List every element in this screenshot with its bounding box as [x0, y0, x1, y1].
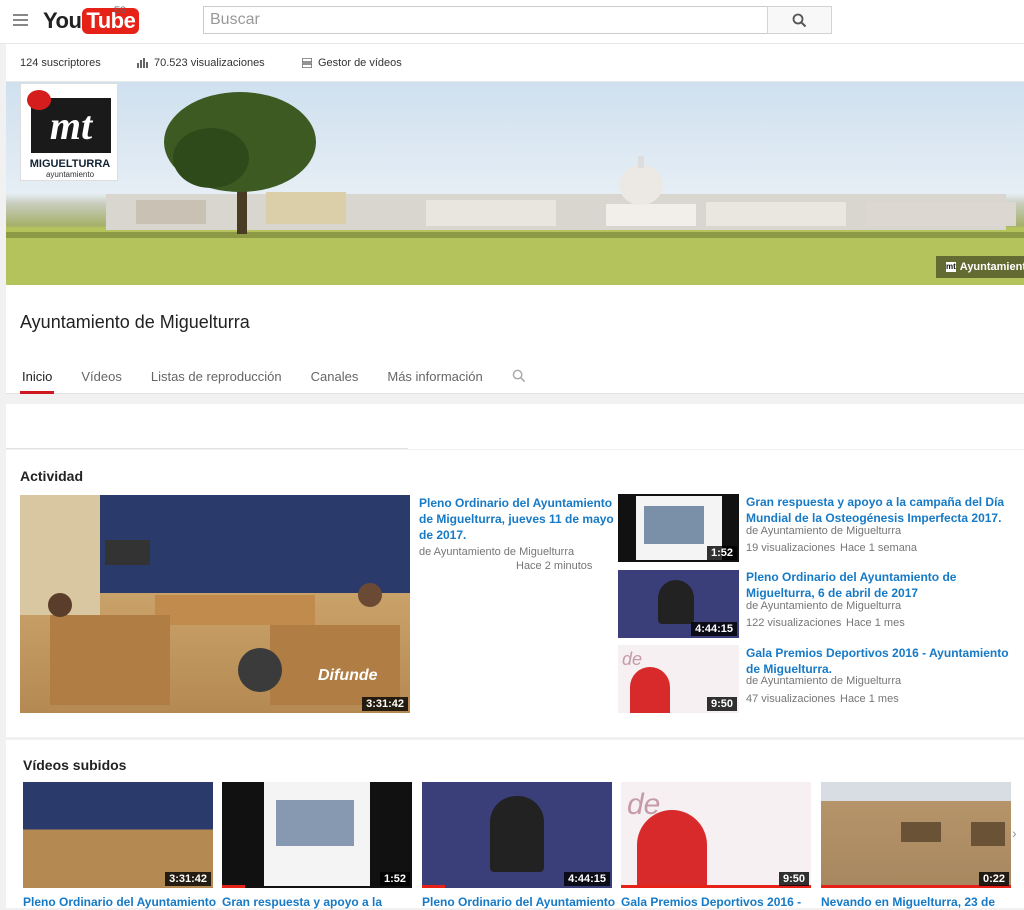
tab-about[interactable]: Más información — [385, 365, 484, 394]
channel-stats-bar: 124 suscriptores 70.523 visualizaciones … — [6, 44, 1024, 82]
video-manager-icon — [302, 58, 312, 68]
side-video-title[interactable]: Gran respuesta y apoyo a la campaña del … — [746, 494, 1018, 526]
avatar-name: MIGUELTURRA — [29, 158, 111, 170]
avatar-subtitle: ayuntamiento — [45, 170, 95, 179]
tab-playlists[interactable]: Listas de reproducción — [149, 365, 284, 394]
search-icon — [512, 369, 525, 383]
tab-search[interactable] — [510, 365, 528, 394]
guide-menu-icon[interactable] — [13, 14, 28, 26]
featured-video-title[interactable]: Pleno Ordinario del Ayuntamiento de Migu… — [419, 495, 614, 543]
side-video-thumbnail[interactable]: de 9:50 — [618, 645, 739, 713]
side-video-uploader[interactable]: de Ayuntamiento de Miguelturra — [746, 525, 901, 537]
side-video-time: Hace 1 mes — [840, 693, 899, 705]
tab-inicio[interactable]: Inicio — [20, 365, 55, 394]
tab-videos[interactable]: Vídeos — [79, 365, 123, 394]
cyclist-figure — [630, 667, 670, 713]
deportivos-text-art: de — [627, 788, 661, 821]
banner-landscape — [6, 92, 1024, 285]
divider — [6, 448, 408, 449]
view-count-text: 70.523 visualizaciones — [154, 57, 265, 69]
deportivos-text-art: de — [622, 649, 643, 669]
activity-section: Actividad Difunde 3:31:42 Pleno Ordinari… — [6, 450, 1024, 737]
view-count[interactable]: 70.523 visualizaciones — [137, 57, 265, 69]
photo-frame — [264, 782, 370, 886]
side-video-uploader[interactable]: de Ayuntamiento de Miguelturra — [746, 675, 901, 687]
video-duration: 1:52 — [379, 872, 410, 886]
avatar-logo-bow — [27, 90, 51, 110]
side-video-thumbnail[interactable]: 4:44:15 — [618, 570, 739, 638]
channel-title[interactable]: Ayuntamiento de Miguelturra — [20, 312, 250, 333]
side-video-title[interactable]: Pleno Ordinario del Ayuntamiento de Migu… — [746, 569, 1018, 601]
video-manager-link[interactable]: Gestor de vídeos — [302, 57, 402, 69]
empty-section — [6, 404, 1024, 449]
video-duration: 0:22 — [978, 872, 1009, 886]
chevron-right-icon[interactable]: › — [1012, 825, 1017, 841]
upload-thumbnail[interactable]: 3:31:42 — [23, 782, 213, 888]
search-box — [203, 6, 768, 34]
avatar-initials: mt — [49, 103, 93, 148]
side-video-views: 47 visualizaciones — [746, 693, 836, 705]
window-shape — [971, 822, 1005, 846]
window-shape — [901, 822, 941, 842]
logo-tube-text: Tube — [82, 8, 140, 34]
country-code: ES — [114, 5, 127, 15]
side-video-thumbnail[interactable]: 1:52 — [618, 494, 739, 562]
avatar-logo-mark: mt — [27, 90, 111, 153]
search-button[interactable] — [767, 6, 832, 34]
bar-chart-icon — [137, 58, 148, 68]
tab-channels[interactable]: Canales — [309, 365, 361, 394]
banner-link-logo-icon: mt — [946, 262, 956, 272]
search-input[interactable] — [204, 7, 767, 33]
subscriber-count: 124 suscriptores — [20, 57, 101, 69]
featured-video-uploader[interactable]: de Ayuntamiento de Miguelturra — [419, 546, 574, 558]
side-video-time: Hace 1 semana — [840, 542, 918, 554]
featured-video-thumbnail[interactable]: Difunde 3:31:42 — [20, 495, 410, 713]
channel-avatar[interactable]: mt MIGUELTURRA ayuntamiento — [20, 83, 118, 181]
upload-thumbnail[interactable]: de 9:50 — [621, 782, 811, 888]
side-video-views: 122 visualizaciones — [746, 617, 842, 629]
activity-heading: Actividad — [20, 468, 84, 484]
video-duration: 9:50 — [778, 872, 809, 886]
frame-photo — [644, 506, 704, 544]
upload-thumbnail[interactable]: 0:22 — [821, 782, 1011, 888]
channel-banner — [6, 82, 1024, 285]
channel-header: Ayuntamiento de Miguelturra Inicio Vídeo… — [6, 285, 1024, 394]
speaker-figure — [658, 580, 694, 624]
side-video-title[interactable]: Gala Premios Deportivos 2016 - Ayuntamie… — [746, 645, 1018, 677]
watch-progress-bar — [422, 885, 445, 888]
banner-channel-link[interactable]: mt Ayuntamiento — [936, 256, 1024, 278]
masthead: You Tube ES — [0, 0, 1024, 44]
banner-link-label: Ayuntamiento — [959, 261, 1024, 273]
uploads-section: Vídeos subidos 3:31:42 Pleno Ordinario d… — [6, 740, 1024, 909]
search-icon — [792, 13, 807, 27]
video-manager-label: Gestor de vídeos — [318, 57, 402, 69]
speaker-figure — [490, 796, 544, 872]
video-duration: 1:52 — [706, 546, 737, 560]
video-duration: 4:44:15 — [564, 872, 610, 886]
video-duration: 9:50 — [706, 697, 737, 711]
frame-photo — [276, 800, 354, 846]
youtube-logo[interactable]: You Tube ES — [43, 5, 140, 36]
side-video-time: Hace 1 mes — [846, 617, 905, 629]
subscriber-count-text: 124 suscriptores — [20, 57, 101, 69]
upload-thumbnail[interactable]: 1:52 — [222, 782, 412, 888]
uploads-heading[interactable]: Vídeos subidos — [23, 757, 126, 773]
video-duration: 4:44:15 — [691, 622, 737, 636]
upload-thumbnail[interactable]: 4:44:15 — [422, 782, 612, 888]
featured-video-time: Hace 2 minutos — [516, 560, 593, 572]
side-video-uploader[interactable]: de Ayuntamiento de Miguelturra — [746, 600, 901, 612]
side-video-views: 19 visualizaciones — [746, 542, 836, 554]
video-duration: 3:31:42 — [165, 872, 211, 886]
watch-progress-bar — [222, 885, 245, 888]
channel-tabs: Inicio Vídeos Listas de reproducción Can… — [20, 365, 553, 394]
logo-you-text: You — [43, 8, 82, 33]
video-duration: 3:31:42 — [362, 697, 408, 711]
difunde-watermark: Difunde — [318, 667, 378, 684]
